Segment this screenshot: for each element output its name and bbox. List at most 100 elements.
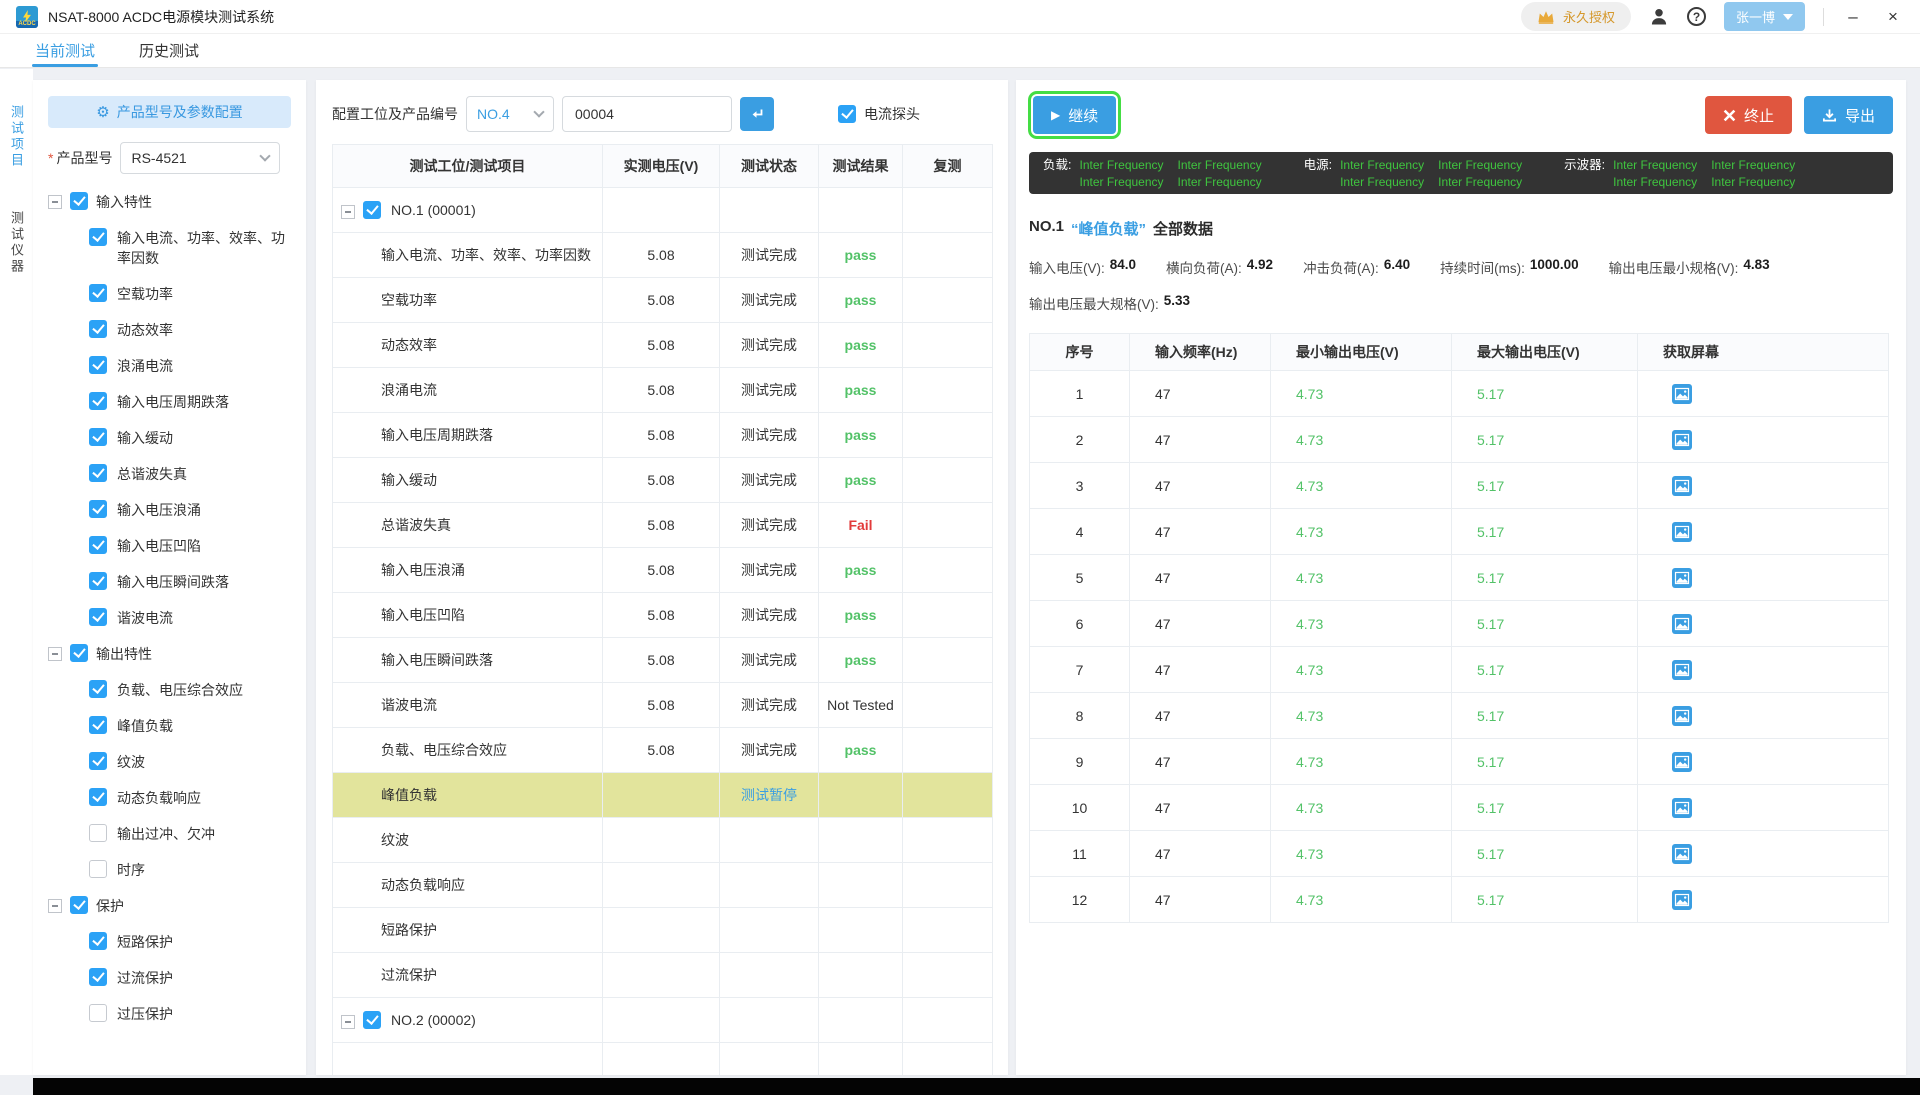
- test-item-row[interactable]: 输入电压凹陷5.08测试完成pass: [333, 593, 992, 638]
- checkbox[interactable]: [89, 320, 107, 338]
- tree-item-row[interactable]: 输入电流、功率、效率、功率因数: [48, 220, 291, 276]
- checkbox[interactable]: [89, 680, 107, 698]
- checkbox[interactable]: [89, 572, 107, 590]
- checkbox[interactable]: [89, 228, 107, 246]
- tree-item-row[interactable]: 峰值负载: [48, 708, 291, 744]
- tree-item-row[interactable]: 输入电压周期跌落: [48, 384, 291, 420]
- screenshot-image-icon[interactable]: [1672, 706, 1692, 726]
- checkbox[interactable]: [70, 896, 88, 914]
- test-item-row[interactable]: 过流保护: [333, 953, 992, 998]
- test-item-row[interactable]: 输入电流、功率、效率、功率因数5.08测试完成pass: [333, 233, 992, 278]
- tree-item-row[interactable]: 空载功率: [48, 276, 291, 312]
- checkbox[interactable]: [89, 536, 107, 554]
- test-item-row[interactable]: 谐波电流5.08测试完成Not Tested: [333, 683, 992, 728]
- tree-item-row[interactable]: 负载、电压综合效应: [48, 672, 291, 708]
- tree-item-row[interactable]: 短路保护: [48, 924, 291, 960]
- tab-current-test[interactable]: 当前测试: [35, 34, 95, 67]
- checkbox[interactable]: [363, 1011, 381, 1029]
- collapse-icon[interactable]: [48, 195, 62, 209]
- screenshot-image-icon[interactable]: [1672, 660, 1692, 680]
- test-item-row[interactable]: 短路保护: [333, 908, 992, 953]
- checkbox[interactable]: [89, 860, 107, 878]
- checkbox[interactable]: [89, 500, 107, 518]
- tree-item-row[interactable]: 过流保护: [48, 960, 291, 996]
- screenshot-image-icon[interactable]: [1672, 890, 1692, 910]
- collapse-icon[interactable]: [341, 1015, 355, 1029]
- tree-item-row[interactable]: 动态效率: [48, 312, 291, 348]
- collapse-icon[interactable]: [341, 205, 355, 219]
- checkbox[interactable]: [89, 968, 107, 986]
- test-item-row[interactable]: 负载、电压综合效应5.08测试完成pass: [333, 728, 992, 773]
- tree-group-row[interactable]: 输入特性: [48, 184, 291, 220]
- test-item-row[interactable]: 动态效率5.08测试完成pass: [333, 323, 992, 368]
- checkbox[interactable]: [89, 608, 107, 626]
- test-item-row[interactable]: 峰值负载测试暂停: [333, 773, 992, 818]
- station-group-row[interactable]: NO.1 (00001): [333, 188, 992, 233]
- rail-item[interactable]: 测试项目: [7, 105, 26, 169]
- tree-item-row[interactable]: 输入电压瞬间跌落: [48, 564, 291, 600]
- minimize-button[interactable]: –: [1842, 7, 1864, 27]
- checkbox[interactable]: [89, 392, 107, 410]
- tree-item-row[interactable]: 总谐波失真: [48, 456, 291, 492]
- checkbox[interactable]: [89, 932, 107, 950]
- checkbox[interactable]: [89, 752, 107, 770]
- checkbox[interactable]: [363, 201, 381, 219]
- product-no-input[interactable]: [562, 96, 732, 132]
- tree-item-row[interactable]: 时序: [48, 852, 291, 888]
- screenshot-image-icon[interactable]: [1672, 384, 1692, 404]
- test-item-row[interactable]: 动态负载响应: [333, 863, 992, 908]
- checkbox[interactable]: [89, 356, 107, 374]
- test-item-row[interactable]: 输入电压浪涌5.08测试完成pass: [333, 548, 992, 593]
- empty-row[interactable]: [333, 1043, 992, 1075]
- tree-item-row[interactable]: 纹波: [48, 744, 291, 780]
- export-button[interactable]: 导出: [1804, 96, 1893, 134]
- current-probe-toggle[interactable]: 电流探头: [838, 104, 920, 124]
- tab-history-test[interactable]: 历史测试: [139, 34, 199, 67]
- station-select[interactable]: NO.4: [466, 96, 554, 132]
- continue-button[interactable]: ▶ 继续: [1033, 96, 1116, 134]
- checkbox[interactable]: [89, 428, 107, 446]
- tree-item-row[interactable]: 输入电压凹陷: [48, 528, 291, 564]
- user-menu[interactable]: 张一博: [1724, 2, 1805, 31]
- tree-item-row[interactable]: 过压保护: [48, 996, 291, 1032]
- screenshot-image-icon[interactable]: [1672, 568, 1692, 588]
- tree-item-row[interactable]: 浪涌电流: [48, 348, 291, 384]
- screenshot-image-icon[interactable]: [1672, 476, 1692, 496]
- screenshot-image-icon[interactable]: [1672, 752, 1692, 772]
- license-badge[interactable]: 永久授权: [1521, 2, 1631, 31]
- help-icon[interactable]: ?: [1687, 7, 1706, 26]
- checkbox[interactable]: [89, 1004, 107, 1022]
- station-group-row[interactable]: NO.2 (00002): [333, 998, 992, 1043]
- test-item-row[interactable]: 输入电压瞬间跌落5.08测试完成pass: [333, 638, 992, 683]
- test-item-row[interactable]: 纹波: [333, 818, 992, 863]
- test-item-row[interactable]: 浪涌电流5.08测试完成pass: [333, 368, 992, 413]
- tree-item-row[interactable]: 动态负载响应: [48, 780, 291, 816]
- test-item-row[interactable]: 空载功率5.08测试完成pass: [333, 278, 992, 323]
- model-select[interactable]: RS-4521: [120, 142, 280, 174]
- user-account-icon[interactable]: [1649, 7, 1669, 27]
- checkbox[interactable]: [89, 464, 107, 482]
- checkbox[interactable]: [89, 284, 107, 302]
- test-item-row[interactable]: 输入缓动5.08测试完成pass: [333, 458, 992, 503]
- screenshot-image-icon[interactable]: [1672, 522, 1692, 542]
- tree-item-row[interactable]: 输出过冲、欠冲: [48, 816, 291, 852]
- test-item-row[interactable]: 输入电压周期跌落5.08测试完成pass: [333, 413, 992, 458]
- tree-item-row[interactable]: 谐波电流: [48, 600, 291, 636]
- screenshot-image-icon[interactable]: [1672, 430, 1692, 450]
- screenshot-image-icon[interactable]: [1672, 844, 1692, 864]
- close-button[interactable]: ×: [1882, 7, 1904, 27]
- screenshot-image-icon[interactable]: [1672, 614, 1692, 634]
- checkbox[interactable]: [70, 192, 88, 210]
- test-item-row[interactable]: 总谐波失真5.08测试完成Fail: [333, 503, 992, 548]
- rail-item[interactable]: 测试仪器: [7, 211, 26, 275]
- checkbox[interactable]: [70, 644, 88, 662]
- checkbox[interactable]: [89, 824, 107, 842]
- tree-group-row[interactable]: 输出特性: [48, 636, 291, 672]
- screenshot-image-icon[interactable]: [1672, 798, 1692, 818]
- product-config-button[interactable]: ⚙ 产品型号及参数配置: [48, 96, 291, 128]
- tree-item-row[interactable]: 输入电压浪涌: [48, 492, 291, 528]
- stop-button[interactable]: 终止: [1705, 96, 1792, 134]
- apply-station-button[interactable]: [740, 97, 774, 131]
- checkbox[interactable]: [89, 716, 107, 734]
- checkbox[interactable]: [838, 105, 856, 123]
